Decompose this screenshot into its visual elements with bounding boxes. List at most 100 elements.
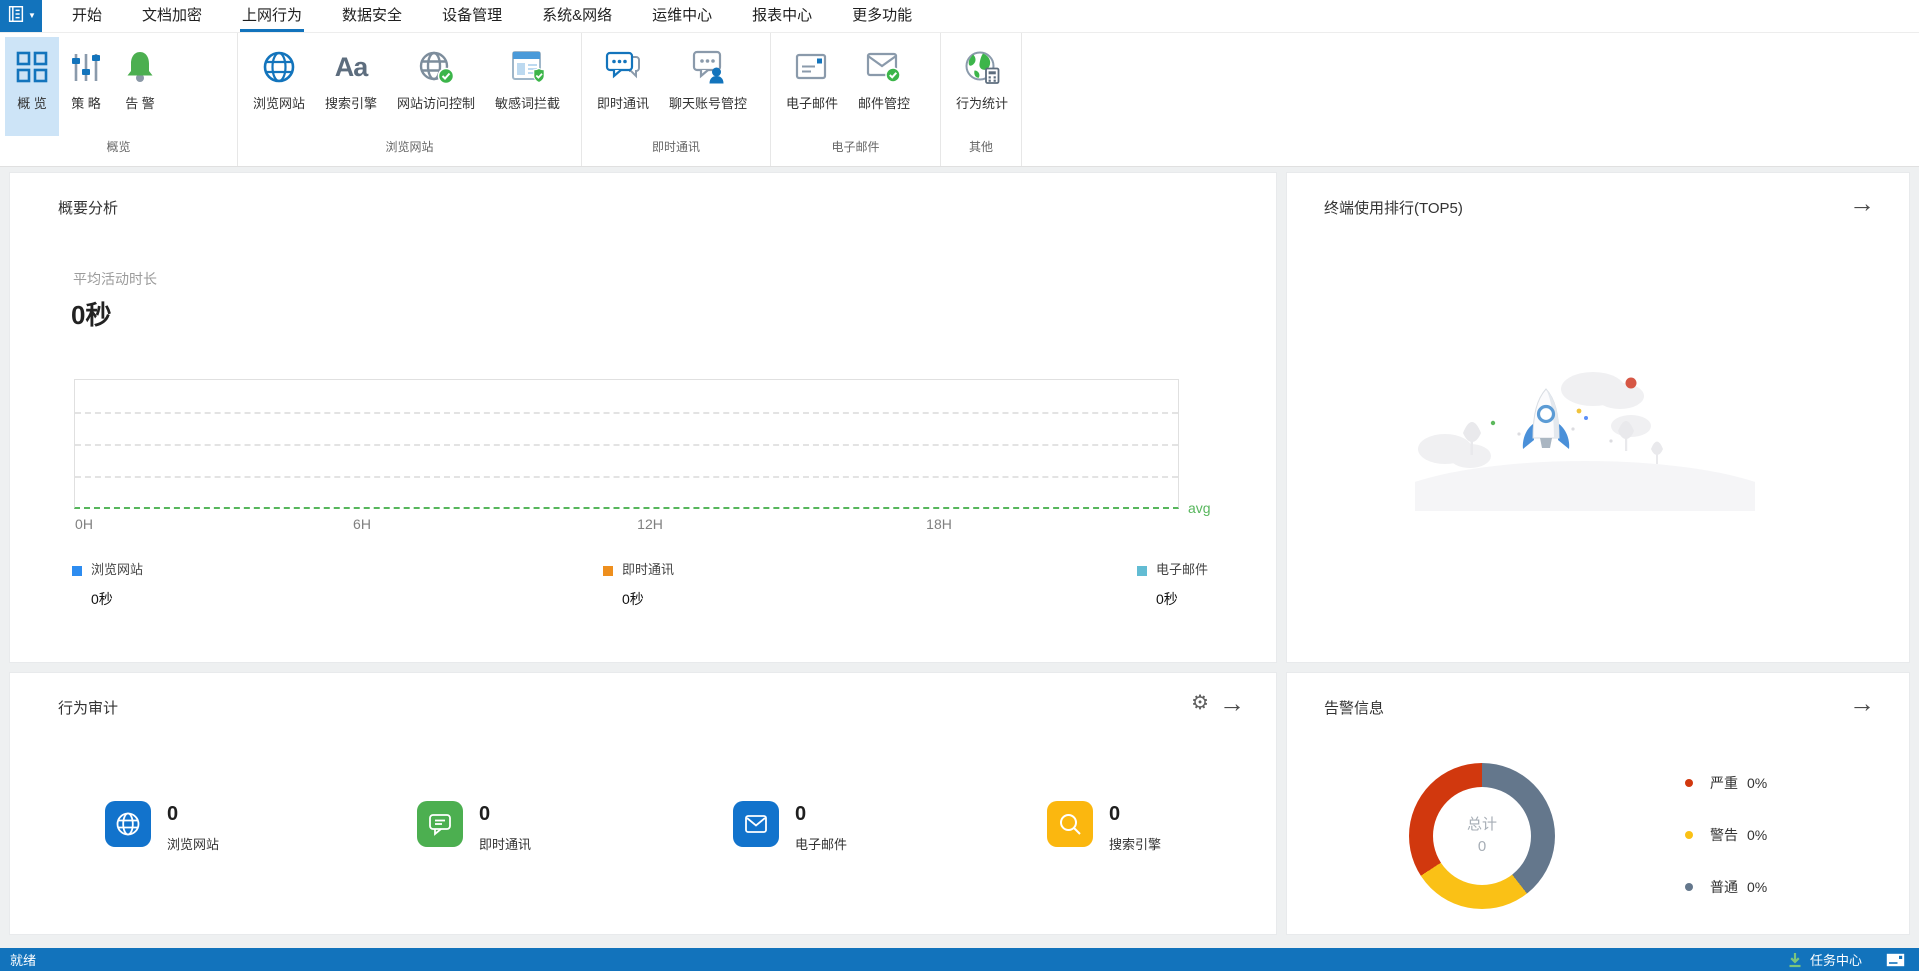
alert-legend-critical: 严重 0%	[1685, 773, 1767, 793]
x-axis-tick: 12H	[637, 516, 663, 532]
ribbon-button-mail-control[interactable]: 邮件管控	[848, 37, 920, 136]
x-axis-tick: 0H	[75, 516, 93, 532]
stat-label: 即时通讯	[479, 837, 532, 852]
ribbon-button-label: 告 警	[125, 96, 155, 111]
legend-label: 普通	[1710, 879, 1738, 895]
globe-calculator-icon	[963, 46, 1001, 88]
ribbon-button-label: 即时通讯	[597, 96, 650, 111]
behavior-audit-card: 行为审计 ⚙ → 0 浏览网站 0 即时通讯 0 电子邮件 0 搜索引擎	[9, 672, 1277, 935]
chat-icon	[417, 801, 463, 847]
globe-icon	[261, 46, 297, 88]
ribbon-button-instant-messaging[interactable]: 即时通讯	[587, 37, 659, 136]
menu-item-data-security[interactable]: 数据安全	[340, 0, 404, 32]
stat-value: 0	[795, 803, 807, 825]
arrow-right-icon[interactable]: →	[1219, 690, 1245, 716]
stat-label: 电子邮件	[795, 837, 848, 852]
ribbon-button-label: 浏览网站	[253, 96, 306, 111]
ribbon-group-other: 行为统计 其他	[941, 33, 1023, 166]
arrow-right-icon[interactable]: →	[1849, 190, 1875, 216]
ribbon-group-overview: 概 览 策 略 告 警 概览	[0, 33, 238, 166]
ribbon: 概 览 策 略 告 警 概览 浏览网站 Aa 搜索引擎 网站访问控制 敏感词拦截…	[0, 33, 1919, 167]
main-menu: 开始 文档加密 上网行为 数据安全 设备管理 系统&网络 运维中心 报表中心 更…	[70, 0, 914, 32]
legend-label: 警告	[1710, 827, 1738, 843]
donut-center-value: 0	[1477, 838, 1487, 855]
mail-icon	[733, 801, 779, 847]
empty-state-rocket-illustration	[1415, 372, 1755, 511]
chevron-down-icon: ▼	[28, 11, 36, 20]
legend-swatch	[603, 565, 613, 576]
alerts-donut-center: 总计 0	[1433, 787, 1531, 885]
stat-label: 浏览网站	[167, 837, 220, 852]
legend-label: 浏览网站	[91, 562, 144, 577]
ribbon-button-policy[interactable]: 策 略	[59, 37, 113, 136]
message-icon[interactable]	[1886, 953, 1905, 967]
ribbon-button-label: 概 览	[17, 96, 47, 111]
menu-item-ops-center[interactable]: 运维中心	[650, 0, 714, 32]
legend-value: 0%	[1747, 879, 1768, 895]
ribbon-button-chat-account-control[interactable]: 聊天账号管控	[659, 37, 757, 136]
alerts-donut: 总计 0	[1409, 763, 1555, 909]
legend-item-web: 浏览网站 0秒	[72, 559, 143, 609]
stat-label: 搜索引擎	[1109, 837, 1162, 852]
legend-value: 0%	[1747, 827, 1768, 843]
ribbon-button-label: 网站访问控制	[397, 96, 476, 111]
bell-icon	[123, 46, 157, 88]
app-menu-button[interactable]: ▼	[0, 0, 42, 32]
download-icon	[1788, 952, 1802, 968]
ribbon-group-label: 即时通讯	[651, 140, 700, 154]
ribbon-group-label: 概览	[106, 140, 131, 154]
globe-icon	[105, 801, 151, 847]
grid-icon	[15, 46, 49, 88]
menubar: ▼ 开始 文档加密 上网行为 数据安全 设备管理 系统&网络 运维中心 报表中心…	[0, 0, 1919, 33]
ribbon-button-alert[interactable]: 告 警	[113, 37, 167, 136]
menu-item-start[interactable]: 开始	[70, 0, 104, 32]
stat-value: 0	[167, 803, 179, 825]
ribbon-button-email[interactable]: 电子邮件	[776, 37, 848, 136]
audit-stat-im: 0 即时通讯	[417, 801, 531, 853]
globe-check-icon	[417, 46, 455, 88]
ribbon-button-behavior-statistics[interactable]: 行为统计	[946, 37, 1018, 136]
audit-stat-web: 0 浏览网站	[105, 801, 219, 853]
ribbon-group-web-browsing: 浏览网站 Aa 搜索引擎 网站访问控制 敏感词拦截 浏览网站	[238, 33, 582, 166]
ribbon-button-label: 敏感词拦截	[495, 96, 561, 111]
menu-item-more-functions[interactable]: 更多功能	[850, 0, 914, 32]
ribbon-button-label: 电子邮件	[786, 96, 839, 111]
gridline	[75, 412, 1178, 414]
menu-item-device-management[interactable]: 设备管理	[440, 0, 504, 32]
gridline	[75, 444, 1178, 446]
legend-swatch	[72, 565, 82, 576]
ribbon-button-search-engine[interactable]: Aa 搜索引擎	[315, 37, 387, 136]
metric-value: 0秒	[71, 300, 112, 330]
legend-dot	[1685, 883, 1693, 891]
avg-line-label: avg	[1188, 500, 1211, 516]
menu-item-system-network[interactable]: 系统&网络	[540, 0, 614, 32]
notebook-icon	[6, 4, 26, 29]
card-title: 概要分析	[58, 200, 119, 217]
ribbon-button-browse-websites[interactable]: 浏览网站	[243, 37, 315, 136]
legend-item-im: 即时通讯 0秒	[603, 559, 674, 609]
menu-item-report-center[interactable]: 报表中心	[750, 0, 814, 32]
alert-info-card: 告警信息 → 总计 0 严重 0% 警告 0% 普通 0%	[1286, 672, 1910, 935]
activity-timeline-chart	[74, 379, 1179, 509]
card-title: 行为审计	[58, 700, 119, 717]
ribbon-group-label: 其他	[969, 140, 994, 154]
ribbon-button-website-access-control[interactable]: 网站访问控制	[387, 37, 485, 136]
task-center-button[interactable]: 任务中心	[1810, 950, 1862, 969]
x-axis-tick: 18H	[926, 516, 952, 532]
aa-icon: Aa	[334, 51, 369, 82]
ribbon-group-label: 浏览网站	[385, 140, 434, 154]
menu-item-internet-behavior[interactable]: 上网行为	[240, 0, 305, 32]
menu-item-doc-encryption[interactable]: 文档加密	[140, 0, 204, 32]
ribbon-button-overview[interactable]: 概 览	[5, 37, 59, 136]
legend-dot	[1685, 831, 1693, 839]
stat-value: 0	[479, 803, 491, 825]
arrow-right-icon[interactable]: →	[1849, 690, 1875, 716]
ribbon-button-sensitive-word-block[interactable]: 敏感词拦截	[485, 37, 570, 136]
gear-icon[interactable]: ⚙	[1191, 693, 1209, 713]
legend-value: 0秒	[1156, 591, 1178, 607]
chat-icon	[604, 46, 642, 88]
ribbon-button-label: 搜索引擎	[325, 96, 378, 111]
legend-value: 0秒	[622, 591, 644, 607]
legend-value: 0秒	[91, 591, 113, 607]
document-shield-icon	[509, 46, 547, 88]
